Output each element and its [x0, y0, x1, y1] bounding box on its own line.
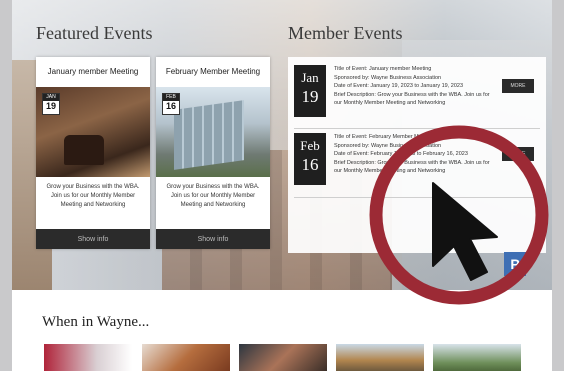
- parking-sign: P: [504, 252, 526, 276]
- event-card-description: Grow your Business with the WBA. Join us…: [46, 184, 140, 208]
- event-details: Title of Event: February Member Meeting …: [334, 133, 492, 176]
- event-day: 19: [301, 87, 319, 106]
- calendar-icon: FEB 16: [162, 93, 180, 115]
- event-photo[interactable]: FEB 16: [156, 87, 270, 177]
- calendar-day: 19: [45, 101, 56, 111]
- event-date-badge: Feb 16: [294, 133, 326, 185]
- event-title-line: Title of Event: February Member Meeting: [334, 134, 434, 140]
- event-month: Jan: [301, 70, 319, 85]
- wayne-thumbnail[interactable]: [142, 344, 230, 371]
- calendar-month: JAN: [43, 94, 59, 101]
- calendar-month: FEB: [163, 94, 179, 101]
- member-event-row: Jan 19 Title of Event: January member Me…: [294, 63, 540, 127]
- when-in-wayne-heading: When in Wayne...: [42, 314, 150, 330]
- event-card-title[interactable]: February Member Meeting: [156, 67, 270, 76]
- event-sponsor-line: Sponsored by: Wayne Business Association: [334, 74, 442, 81]
- calendar-icon: JAN 19: [42, 93, 60, 115]
- event-date-badge: Jan 19: [294, 65, 326, 117]
- event-photo[interactable]: JAN 19: [36, 87, 150, 177]
- calendar-day: 16: [165, 101, 176, 111]
- event-card-description: Grow your Business with the WBA. Join us…: [166, 184, 260, 208]
- featured-event-card[interactable]: January member Meeting JAN 19 Grow your …: [36, 57, 150, 249]
- more-button[interactable]: MORE: [502, 79, 534, 93]
- show-info-button[interactable]: Show info: [36, 229, 150, 249]
- wayne-thumbnail[interactable]: [44, 344, 132, 371]
- event-month: Feb: [300, 138, 320, 153]
- event-description-line: Brief Description: Grow your Business wi…: [334, 91, 490, 107]
- wayne-thumbnail[interactable]: [239, 344, 327, 371]
- row-divider: [294, 128, 540, 129]
- event-description-line: Brief Description: Grow your Business wi…: [334, 159, 490, 175]
- event-day: 16: [301, 155, 319, 174]
- row-divider: [294, 197, 540, 198]
- event-title-line: Title of Event: January member Meeting: [334, 66, 432, 72]
- event-details: Title of Event: January member Meeting S…: [334, 65, 492, 108]
- website-screenshot: Featured Events Member Events January me…: [12, 0, 552, 371]
- event-date-line: Date of Event: February 16, 2023 to Febr…: [334, 151, 468, 158]
- glass-facade: [174, 100, 244, 170]
- chair-shape: [64, 135, 104, 165]
- member-events-heading: Member Events: [288, 23, 403, 43]
- featured-events-heading: Featured Events: [36, 23, 153, 43]
- more-button[interactable]: MORE: [502, 147, 534, 161]
- featured-event-card[interactable]: February Member Meeting FEB 16 Grow your…: [156, 57, 270, 249]
- event-date-line: Date of Event: January 19, 2023 to Janua…: [334, 83, 464, 90]
- member-events-panel: Jan 19 Title of Event: January member Me…: [288, 57, 546, 253]
- wayne-thumbnail[interactable]: [336, 344, 424, 371]
- show-info-button[interactable]: Show info: [156, 229, 270, 249]
- event-sponsor-line: Sponsored by: Wayne Business Association: [334, 142, 442, 149]
- member-event-row: Feb 16 Title of Event: February Member M…: [294, 131, 540, 195]
- event-card-title[interactable]: January member Meeting: [36, 67, 150, 76]
- wayne-thumbnail[interactable]: [433, 344, 521, 371]
